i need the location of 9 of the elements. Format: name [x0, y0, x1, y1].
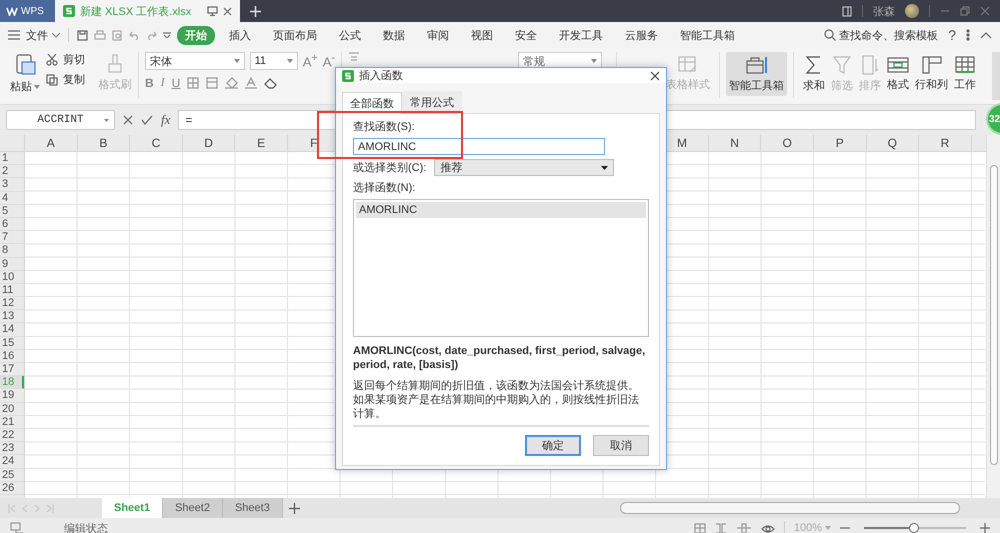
edit-status: 编辑状态 [64, 522, 108, 533]
field-label: 查找函数(S): [353, 120, 416, 134]
function-signature: AMORLINC(cost, date_purchased, first_period, salvage, period, rate, [basis]) [353, 344, 646, 372]
dialog-title: 插入函数 [359, 69, 404, 83]
field-label: 选择函数(N): [353, 181, 416, 195]
field-label: 或选择类别(C): [353, 161, 426, 175]
function-description: 返回每个结算期间的折旧值，该函数为法国会计系统提供。如果某项资产是在结算期间的中期购入的，则按线性折旧法计算。 [353, 379, 640, 421]
user-name: 张森 [873, 4, 895, 18]
notification-count: 32 [989, 114, 1000, 124]
